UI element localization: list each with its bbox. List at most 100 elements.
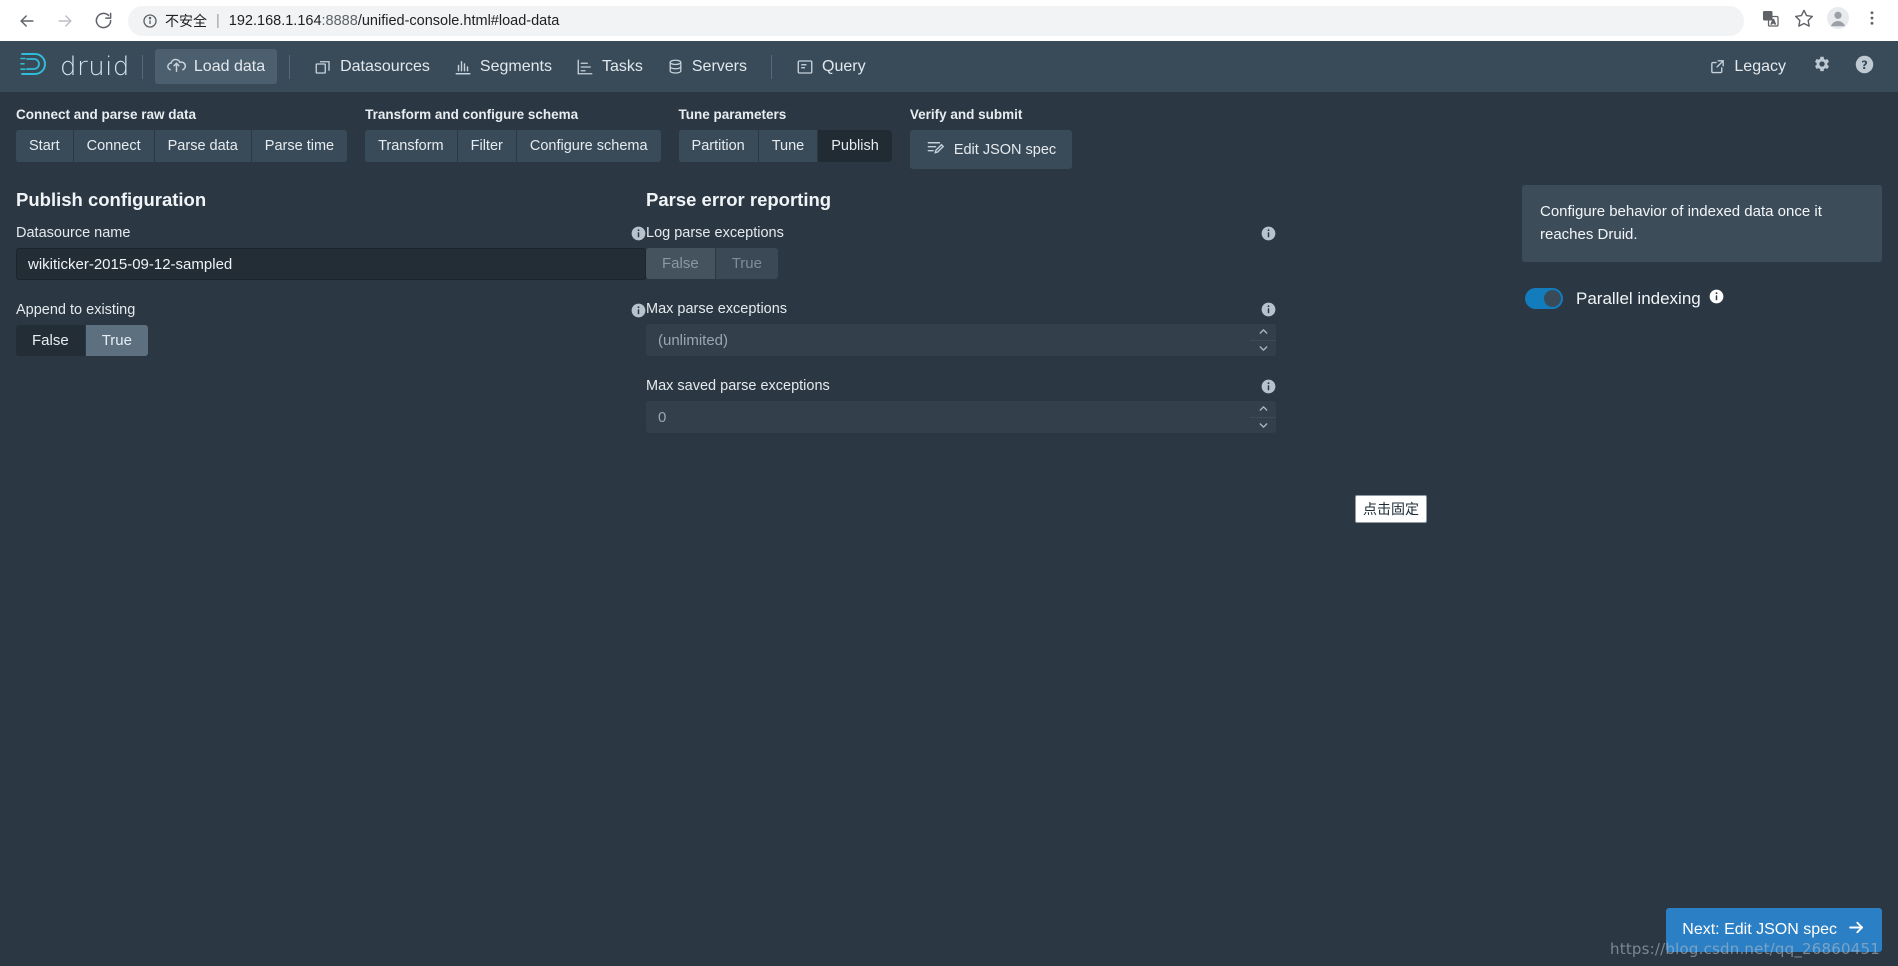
log-parse-exceptions-false[interactable]: False xyxy=(646,248,716,279)
console-icon xyxy=(796,58,814,76)
edit-json-spec-button[interactable]: Edit JSON spec xyxy=(909,130,1073,169)
translate-button[interactable]: 文A xyxy=(1754,5,1786,37)
info-icon[interactable] xyxy=(1261,379,1276,394)
max-parse-exceptions-input[interactable] xyxy=(646,324,1250,356)
druid-brand-text: druid xyxy=(60,51,130,82)
star-icon xyxy=(1794,8,1814,33)
publish-configuration-heading: Publish configuration xyxy=(16,189,207,210)
url-path: /unified-console.html#load-data xyxy=(357,12,560,29)
step-button-filter[interactable]: Filter xyxy=(457,130,517,162)
nav-label-segments: Segments xyxy=(479,57,552,75)
max-parse-exceptions-spinner xyxy=(1250,324,1276,356)
legacy-button[interactable]: Legacy xyxy=(1697,50,1798,84)
info-icon[interactable] xyxy=(1709,289,1724,309)
parallel-indexing-row: Parallel indexing xyxy=(1522,288,1882,309)
datasource-name-field: Datasource name xyxy=(16,225,646,280)
info-icon[interactable] xyxy=(631,226,646,241)
datasource-name-input[interactable] xyxy=(16,248,646,280)
append-to-existing-true[interactable]: True xyxy=(85,325,148,356)
append-to-existing-false[interactable]: False xyxy=(16,325,86,356)
step-button-transform[interactable]: Transform xyxy=(365,130,458,162)
avatar-icon xyxy=(1826,6,1850,35)
sidebar-info-card: Configure behavior of indexed data once … xyxy=(1522,185,1882,262)
max-saved-parse-exceptions-field: Max saved parse exceptions xyxy=(646,378,1276,433)
json-edit-icon xyxy=(926,138,945,161)
druid-navbar: druid Load data Datasources Segments Tas… xyxy=(0,41,1898,93)
settings-button[interactable] xyxy=(1804,49,1840,85)
chevron-up-icon[interactable] xyxy=(1250,401,1276,418)
nav-item-segments[interactable]: Segments xyxy=(442,50,564,84)
parallel-indexing-toggle[interactable] xyxy=(1525,288,1563,309)
chevron-up-icon[interactable] xyxy=(1250,324,1276,341)
step-buttons-tune: Partition Tune Publish xyxy=(678,130,892,162)
browser-menu-button[interactable] xyxy=(1856,5,1888,37)
three-dot-menu-icon xyxy=(1863,9,1881,32)
pin-tooltip: 点击固定 xyxy=(1355,495,1427,523)
step-button-parse-data[interactable]: Parse data xyxy=(154,130,252,162)
address-bar[interactable]: 不安全 | 192.168.1.164:8888/unified-console… xyxy=(128,5,1744,36)
reload-icon xyxy=(94,11,113,30)
profile-button[interactable] xyxy=(1822,5,1854,37)
omnibox-divider: | xyxy=(216,12,220,29)
step-button-connect[interactable]: Connect xyxy=(73,130,155,162)
parallel-indexing-label-wrap: Parallel indexing xyxy=(1576,289,1724,309)
nav-label-tasks: Tasks xyxy=(601,57,643,75)
bookmark-button[interactable] xyxy=(1788,5,1820,37)
max-saved-parse-exceptions-label-row: Max saved parse exceptions xyxy=(646,378,1276,394)
nav-item-datasources[interactable]: Datasources xyxy=(302,50,442,84)
forward-button[interactable] xyxy=(48,4,82,38)
back-arrow-icon xyxy=(17,11,37,31)
info-icon[interactable] xyxy=(1261,226,1276,241)
navbar-right-actions: Legacy ? xyxy=(1697,49,1882,85)
step-button-publish[interactable]: Publish xyxy=(818,130,892,162)
append-to-existing-toggle-group: False True xyxy=(16,325,148,356)
chevron-down-icon[interactable] xyxy=(1250,341,1276,357)
step-button-partition[interactable]: Partition xyxy=(678,130,759,162)
next-edit-json-spec-button[interactable]: Next: Edit JSON spec xyxy=(1666,908,1882,952)
gantt-icon xyxy=(576,58,594,76)
step-buttons-connect: Start Connect Parse data Parse time xyxy=(16,130,348,162)
chevron-down-icon[interactable] xyxy=(1250,418,1276,434)
back-button[interactable] xyxy=(10,4,44,38)
help-circle-icon: ? xyxy=(1854,54,1875,80)
max-saved-parse-exceptions-input[interactable] xyxy=(646,401,1250,433)
nav-label-load-data: Load data xyxy=(193,57,266,75)
step-group-title-tune: Tune parameters xyxy=(678,107,787,122)
help-button[interactable]: ? xyxy=(1846,49,1882,85)
site-info-icon[interactable] xyxy=(142,13,158,29)
step-button-start[interactable]: Start xyxy=(16,130,74,162)
druid-logo[interactable]: druid xyxy=(18,49,130,84)
nav-item-servers[interactable]: Servers xyxy=(655,50,759,84)
nav-item-load-data[interactable]: Load data xyxy=(154,49,278,84)
publish-panels: Publish configuration Datasource name Ap… xyxy=(0,169,1898,455)
step-button-tune[interactable]: Tune xyxy=(758,130,819,162)
nav-item-tasks[interactable]: Tasks xyxy=(564,50,655,84)
nav-label-servers: Servers xyxy=(691,57,747,75)
reload-button[interactable] xyxy=(86,4,120,38)
step-button-parse-time[interactable]: Parse time xyxy=(251,130,348,162)
max-parse-exceptions-field: Max parse exceptions xyxy=(646,301,1276,356)
forward-arrow-icon xyxy=(55,11,75,31)
max-parse-exceptions-stepper xyxy=(646,324,1276,356)
svg-text:A: A xyxy=(1771,19,1776,26)
step-group-title-connect: Connect and parse raw data xyxy=(16,107,197,122)
log-parse-exceptions-label-row: Log parse exceptions xyxy=(646,225,1276,241)
max-saved-parse-exceptions-spinner xyxy=(1250,401,1276,433)
svg-text:?: ? xyxy=(1861,57,1868,71)
max-saved-parse-exceptions-label: Max saved parse exceptions xyxy=(646,378,830,394)
navbar-items: Load data Datasources Segments Tasks Ser… xyxy=(154,49,878,84)
log-parse-exceptions-true[interactable]: True xyxy=(715,248,778,279)
database-icon xyxy=(667,58,684,76)
max-saved-parse-exceptions-stepper xyxy=(646,401,1276,433)
parallel-indexing-label: Parallel indexing xyxy=(1576,288,1701,308)
browser-toolbar: 不安全 | 192.168.1.164:8888/unified-console… xyxy=(0,0,1898,41)
nav-item-query[interactable]: Query xyxy=(784,50,878,84)
legacy-label: Legacy xyxy=(1734,57,1786,75)
step-group-transform: Transform and configure schema Transform… xyxy=(365,107,661,162)
info-icon[interactable] xyxy=(631,303,646,318)
info-icon[interactable] xyxy=(1261,302,1276,317)
step-button-configure-schema[interactable]: Configure schema xyxy=(516,130,661,162)
druid-logo-icon xyxy=(18,49,52,84)
stack-icon xyxy=(314,58,332,76)
arrow-right-icon xyxy=(1847,918,1866,942)
